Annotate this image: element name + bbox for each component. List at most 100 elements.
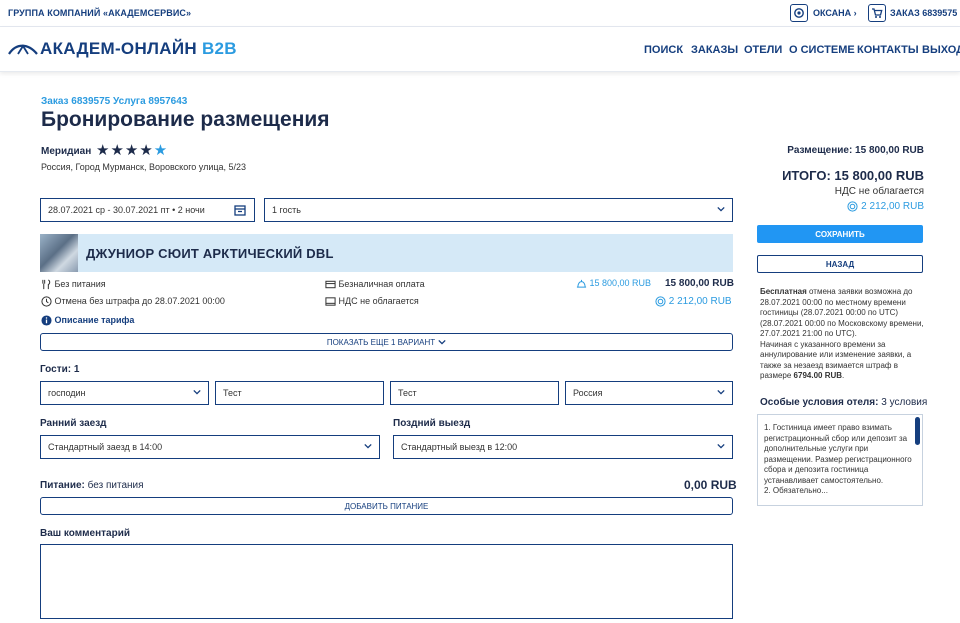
guest-first-name-input[interactable]: Тест xyxy=(215,381,384,405)
conditions-text: 1. Гостиница имеет право взимать регистр… xyxy=(764,423,914,497)
hotel-stars: ★★★★★ xyxy=(96,141,168,159)
nav-search[interactable]: ПОИСК xyxy=(644,44,683,56)
logo-name: АКАДЕМ-ОНЛАЙН xyxy=(40,39,197,58)
tariff-description-link[interactable]: Описание тарифа xyxy=(41,315,134,326)
price-total: 15 800,00 RUB xyxy=(665,278,734,289)
country-value: Россия xyxy=(573,388,603,398)
hotel-conditions-box[interactable]: 1. Гостиница имеет право взимать регистр… xyxy=(757,414,923,506)
meal-text: Без питания xyxy=(54,279,106,289)
guest-last-name-input[interactable]: Тест xyxy=(390,381,559,405)
chevron-down-icon xyxy=(193,389,201,395)
company-group-label: ГРУППА КОМПАНИЙ «АКАДЕМСЕРВИС» xyxy=(8,8,192,18)
user-menu-link[interactable]: ОКСАНА › xyxy=(813,8,857,18)
show-more-label: ПОКАЗАТЬ ЕЩЕ 1 ВАРИАНТ xyxy=(326,337,436,347)
vat-text: НДС не облагается xyxy=(338,296,419,306)
payment-text: Безналичная оплата xyxy=(338,279,425,289)
cart-icon[interactable] xyxy=(868,4,886,22)
meals-info: Питание: без питания xyxy=(40,480,144,491)
chevron-down-icon xyxy=(717,389,725,395)
clock-icon xyxy=(41,296,52,307)
back-button[interactable]: НАЗАД xyxy=(757,255,923,273)
last-name-value: Тест xyxy=(398,388,417,398)
payment-info: Безналичная оплата xyxy=(325,279,425,290)
summary-bonus-value: 2 212,00 RUB xyxy=(861,201,924,213)
hotel-conditions-title: Особые условия отеля: 3 условия xyxy=(760,397,927,408)
condition-1: 1. Гостиница имеет право взимать регистр… xyxy=(764,423,912,485)
early-checkin-value: Стандартный заезд в 14:00 xyxy=(48,442,163,452)
show-more-button[interactable]: ПОКАЗАТЬ ЕЩЕ 1 ВАРИАНТ xyxy=(40,333,733,351)
add-meal-button[interactable]: ДОБАВИТЬ ПИТАНИЕ xyxy=(40,497,733,515)
nav-contacts[interactable]: КОНТАКТЫ xyxy=(857,44,919,56)
cancel-text: Отмена без штрафа до 28.07.2021 00:00 xyxy=(54,296,225,306)
late-checkout-select[interactable]: Стандартный выезд в 12:00 xyxy=(393,435,733,459)
guest-title-select[interactable]: господин xyxy=(40,381,209,405)
bonus-value: 2 212,00 RUB xyxy=(668,296,732,308)
summary-bonus: 2 212,00 RUB xyxy=(847,201,924,212)
price-net-value: 15 800,00 RUB xyxy=(589,278,652,288)
nav-logout[interactable]: ВЫХОД xyxy=(922,44,960,56)
logo-b2b: B2B xyxy=(201,39,237,58)
user-name: ОКСАНА xyxy=(813,8,852,18)
vat-info: НДС не облагается xyxy=(325,296,419,307)
conditions-scrollbar[interactable] xyxy=(915,417,920,445)
user-icon[interactable] xyxy=(790,4,808,22)
early-checkin-select[interactable]: Стандартный заезд в 14:00 xyxy=(40,435,380,459)
guests-count-select[interactable]: 1 гость xyxy=(264,198,733,222)
chevron-down-icon xyxy=(717,443,725,449)
save-button[interactable]: СОХРАНИТЬ xyxy=(757,225,923,243)
cart-order-link[interactable]: ЗАКАЗ 6839575 xyxy=(890,8,957,18)
nav-orders[interactable]: ЗАКАЗЫ xyxy=(691,44,738,56)
cancel-info: Отмена без штрафа до 28.07.2021 00:00 xyxy=(41,296,225,307)
guests-count-value: 1 гость xyxy=(272,205,301,215)
room-name: ДЖУНИОР СЮИТ АРКТИЧЕСКИЙ DBL xyxy=(86,246,334,261)
coins-icon xyxy=(655,296,666,307)
card-icon xyxy=(325,280,336,289)
first-name-value: Тест xyxy=(223,388,242,398)
logo-icon[interactable] xyxy=(8,42,38,61)
page-title: Бронирование размещения xyxy=(41,108,330,131)
late-checkout-value: Стандартный выезд в 12:00 xyxy=(401,442,518,452)
guests-label: Гости: 1 xyxy=(40,364,80,375)
guest-country-select[interactable]: Россия xyxy=(565,381,733,405)
calendar-icon[interactable] xyxy=(234,204,246,216)
bell-icon xyxy=(576,279,587,288)
chevron-down-icon xyxy=(438,339,446,345)
half-star-icon: ★ xyxy=(153,142,169,159)
dates-field[interactable]: 28.07.2021 ср - 30.07.2021 пт • 2 ночи xyxy=(40,198,255,222)
conditions-count: 3 условия xyxy=(881,397,928,408)
info-icon xyxy=(41,315,52,326)
hotel-address: Россия, Город Мурманск, Воровского улица… xyxy=(41,162,247,172)
nav-about[interactable]: О СИСТЕМЕ xyxy=(789,44,855,56)
logo-text[interactable]: АКАДЕМ-ОНЛАЙН B2B xyxy=(40,39,237,59)
vat-icon xyxy=(325,297,336,306)
early-checkin-label: Ранний заезд xyxy=(40,418,107,429)
price-net: 15 800,00 RUB xyxy=(576,278,651,289)
meals-label: Питание: xyxy=(40,480,85,491)
meal-info: Без питания xyxy=(41,279,106,290)
guest-title-value: господин xyxy=(48,388,86,398)
room-photo[interactable] xyxy=(40,234,78,272)
meals-price: 0,00 RUB xyxy=(684,478,737,492)
late-checkout-label: Поздний выезд xyxy=(393,418,471,429)
chevron-down-icon xyxy=(364,443,372,449)
comment-textarea[interactable] xyxy=(40,544,733,619)
conditions-label: Особые условия отеля: xyxy=(760,397,879,408)
accommodation-price: Размещение: 15 800,00 RUB xyxy=(787,145,924,156)
coins-icon xyxy=(847,201,858,212)
cancellation-note: Бесплатная отмена заявки возможна до 28.… xyxy=(760,287,924,380)
add-meal-label: ДОБАВИТЬ ПИТАНИЕ xyxy=(344,501,429,511)
order-reference[interactable]: Заказ 6839575 Услуга 8957643 xyxy=(41,96,187,107)
total-price: ИТОГО: 15 800,00 RUB xyxy=(782,168,924,183)
hotel-name[interactable]: Меридиан xyxy=(41,146,91,157)
dates-value: 28.07.2021 ср - 30.07.2021 пт • 2 ночи xyxy=(48,205,205,215)
penalty-amount: 6794.00 RUB xyxy=(793,371,843,380)
summary-vat: НДС не облагается xyxy=(834,186,924,197)
condition-2: 2. Обязательно... xyxy=(764,486,828,495)
comment-label: Ваш комментарий xyxy=(40,528,131,539)
cutlery-icon xyxy=(42,279,51,290)
tariff-text: Описание тарифа xyxy=(54,315,135,325)
free-cancel-label: Бесплатная xyxy=(760,287,807,296)
chevron-down-icon xyxy=(717,206,725,212)
bonus-info: 2 212,00 RUB xyxy=(655,296,732,307)
nav-hotels[interactable]: ОТЕЛИ xyxy=(744,44,782,56)
